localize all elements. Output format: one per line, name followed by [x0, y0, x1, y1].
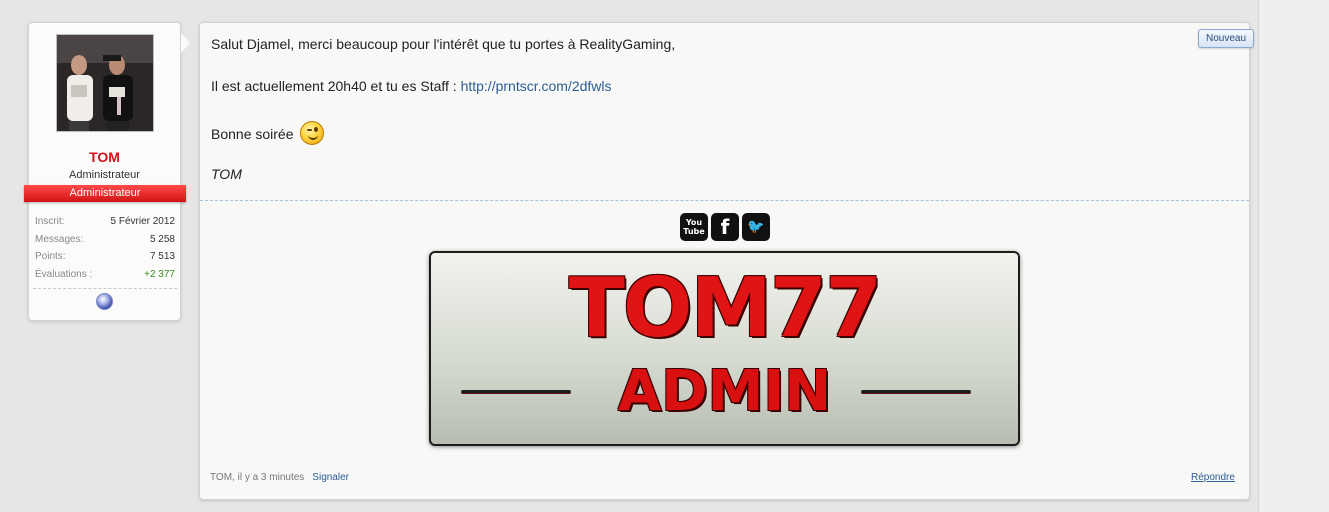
user-info-card: TOM Administrateur Administrateur Inscri…	[24, 22, 190, 321]
stat-points: Points: 7 513	[35, 251, 175, 269]
message-text: Bonne soirée	[211, 126, 294, 142]
username[interactable]: TOM	[29, 149, 180, 165]
stat-joined: Inscrit: 5 Février 2012	[35, 216, 175, 234]
stat-value[interactable]: 5 258	[150, 234, 175, 252]
stat-value: +2 377	[144, 268, 175, 280]
role-ribbon: Administrateur	[24, 185, 186, 202]
signature-banner: TOM77 ADMIN	[429, 251, 1020, 446]
stat-label: Inscrit:	[35, 216, 65, 227]
post-author-time[interactable]: TOM, il y a 3 minutes	[210, 472, 304, 483]
post-meta: TOM, il y a 3 minutes Signaler	[210, 472, 349, 483]
user-title: Administrateur	[69, 169, 140, 181]
message-line: Salut Djamel, merci beaucoup pour l'inté…	[211, 36, 676, 52]
signature-divider	[200, 200, 1249, 201]
stat-label: Points:	[35, 251, 66, 262]
playstation-network-icon[interactable]	[96, 293, 113, 310]
banner-dash-right	[861, 390, 971, 394]
youtube-icon[interactable]: You Tube	[680, 213, 708, 241]
stat-messages: Messages: 5 258	[35, 234, 175, 252]
avatar-photo	[57, 35, 153, 131]
stat-label: Messages:	[35, 233, 84, 245]
message-signoff: TOM	[211, 166, 242, 182]
reply-link[interactable]: Répondre	[1191, 472, 1235, 483]
banner-title: TOM77	[568, 261, 882, 356]
avatar[interactable]	[56, 34, 154, 132]
report-link[interactable]: Signaler	[312, 472, 349, 483]
screenshot-link[interactable]: http://prntscr.com/2dfwls	[461, 78, 612, 94]
card-pointer	[181, 33, 190, 53]
new-post-badge: Nouveau	[1198, 29, 1254, 48]
twitter-icon[interactable]: 🐦	[742, 213, 770, 241]
social-links: You Tube f 🐦	[680, 213, 770, 241]
stat-value: 5 Février 2012	[110, 216, 175, 227]
stat-label: Évaluations :	[35, 268, 93, 280]
user-stats: Inscrit: 5 Février 2012 Messages: 5 258 …	[35, 216, 175, 286]
message-text: Il est actuellement 20h40 et tu es Staff…	[211, 78, 461, 94]
divider	[33, 288, 177, 289]
message-line: Bonne soirée	[211, 121, 325, 145]
page-right-gutter	[1258, 0, 1329, 512]
stat-value[interactable]: 7 513	[150, 251, 175, 269]
facebook-icon[interactable]: f	[711, 213, 739, 241]
stat-ratings: Évaluations : +2 377	[35, 269, 175, 287]
message-line: Il est actuellement 20h40 et tu es Staff…	[211, 78, 612, 94]
post-message: Nouveau Salut Djamel, merci beaucoup pou…	[199, 22, 1254, 500]
wink-smiley-icon	[300, 121, 325, 145]
